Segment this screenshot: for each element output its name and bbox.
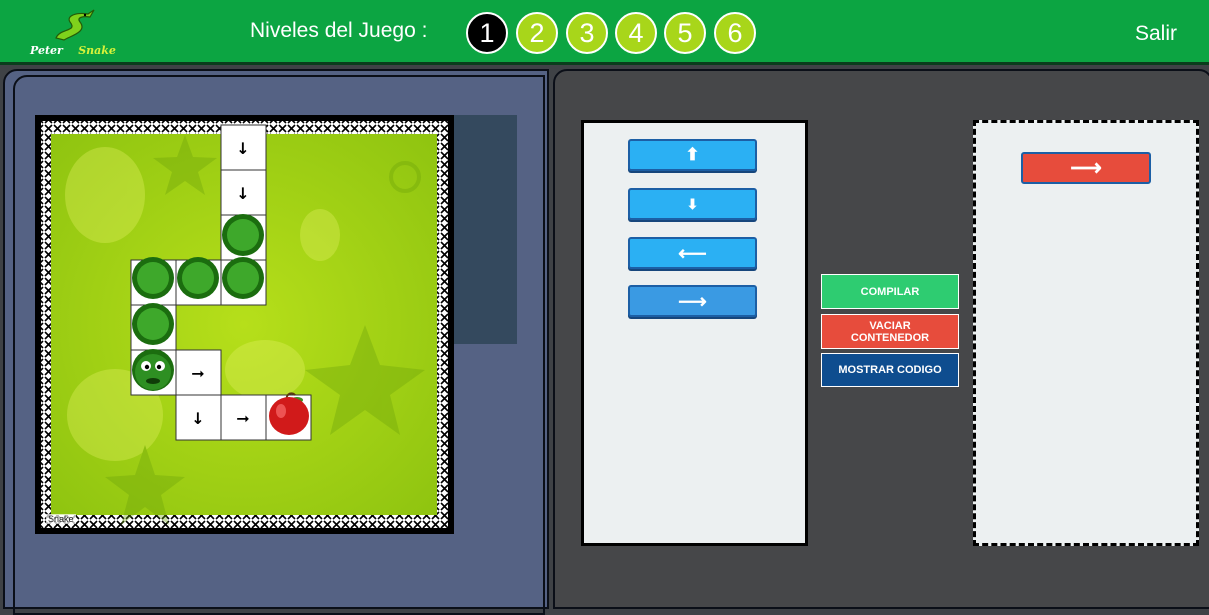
move-right-command[interactable]: ⟶ — [628, 285, 757, 317]
arrow-right-icon: ⟶ — [678, 290, 707, 313]
side-shade-panel — [452, 115, 517, 344]
move-up-command[interactable]: ⬆ — [628, 139, 757, 171]
logo-word-peter: Peter — [30, 44, 63, 57]
level-button-2[interactable]: 2 — [516, 12, 558, 54]
level-button-1[interactable]: 1 — [466, 12, 508, 54]
exit-link[interactable]: Salir — [1135, 22, 1177, 46]
show-code-button[interactable]: MOSTRAR CODIGO — [821, 353, 959, 387]
arrow-down-icon: ↓ — [236, 184, 249, 203]
placed-move-right-command[interactable]: ⟶ — [1021, 152, 1151, 184]
top-navbar: Peter Snake Niveles del Juego : 1 2 3 4 … — [0, 0, 1209, 65]
board-label: Snake — [46, 514, 76, 524]
move-left-command[interactable]: ⟵ — [628, 237, 757, 269]
level-button-6[interactable]: 6 — [714, 12, 756, 54]
logo-word-snake: Snake — [78, 44, 116, 57]
level-button-4[interactable]: 4 — [615, 12, 657, 54]
game-board: ↓ ↓ ➞ ↓ ➞ — [35, 115, 454, 534]
peter-snake-logo[interactable]: Peter Snake — [30, 8, 120, 60]
arrow-down-icon: ↓ — [191, 409, 204, 428]
move-down-command[interactable]: ⬇ — [628, 188, 757, 220]
compile-button[interactable]: COMPILAR — [821, 274, 959, 309]
snake-head — [132, 349, 174, 391]
arrow-down-icon: ⬇ — [686, 195, 699, 212]
empty-container-button[interactable]: VACIAR CONTENEDOR — [821, 314, 959, 349]
arrow-up-icon: ⬆ — [685, 145, 700, 164]
levels-label: Niveles del Juego : — [250, 19, 428, 42]
board-canvas: ↓ ↓ ➞ ↓ ➞ — [41, 121, 448, 528]
logo-text: Peter Snake — [30, 44, 120, 57]
arrow-right-icon: ➞ — [191, 364, 204, 383]
arrow-right-icon: ⟶ — [1070, 155, 1102, 180]
snake-logo-icon — [55, 9, 95, 41]
arrow-right-icon: ➞ — [236, 409, 249, 428]
arrow-down-icon: ↓ — [236, 139, 249, 158]
command-palette — [581, 120, 808, 546]
level-button-3[interactable]: 3 — [566, 12, 608, 54]
arrow-left-icon: ⟵ — [678, 242, 707, 265]
level-button-5[interactable]: 5 — [664, 12, 706, 54]
